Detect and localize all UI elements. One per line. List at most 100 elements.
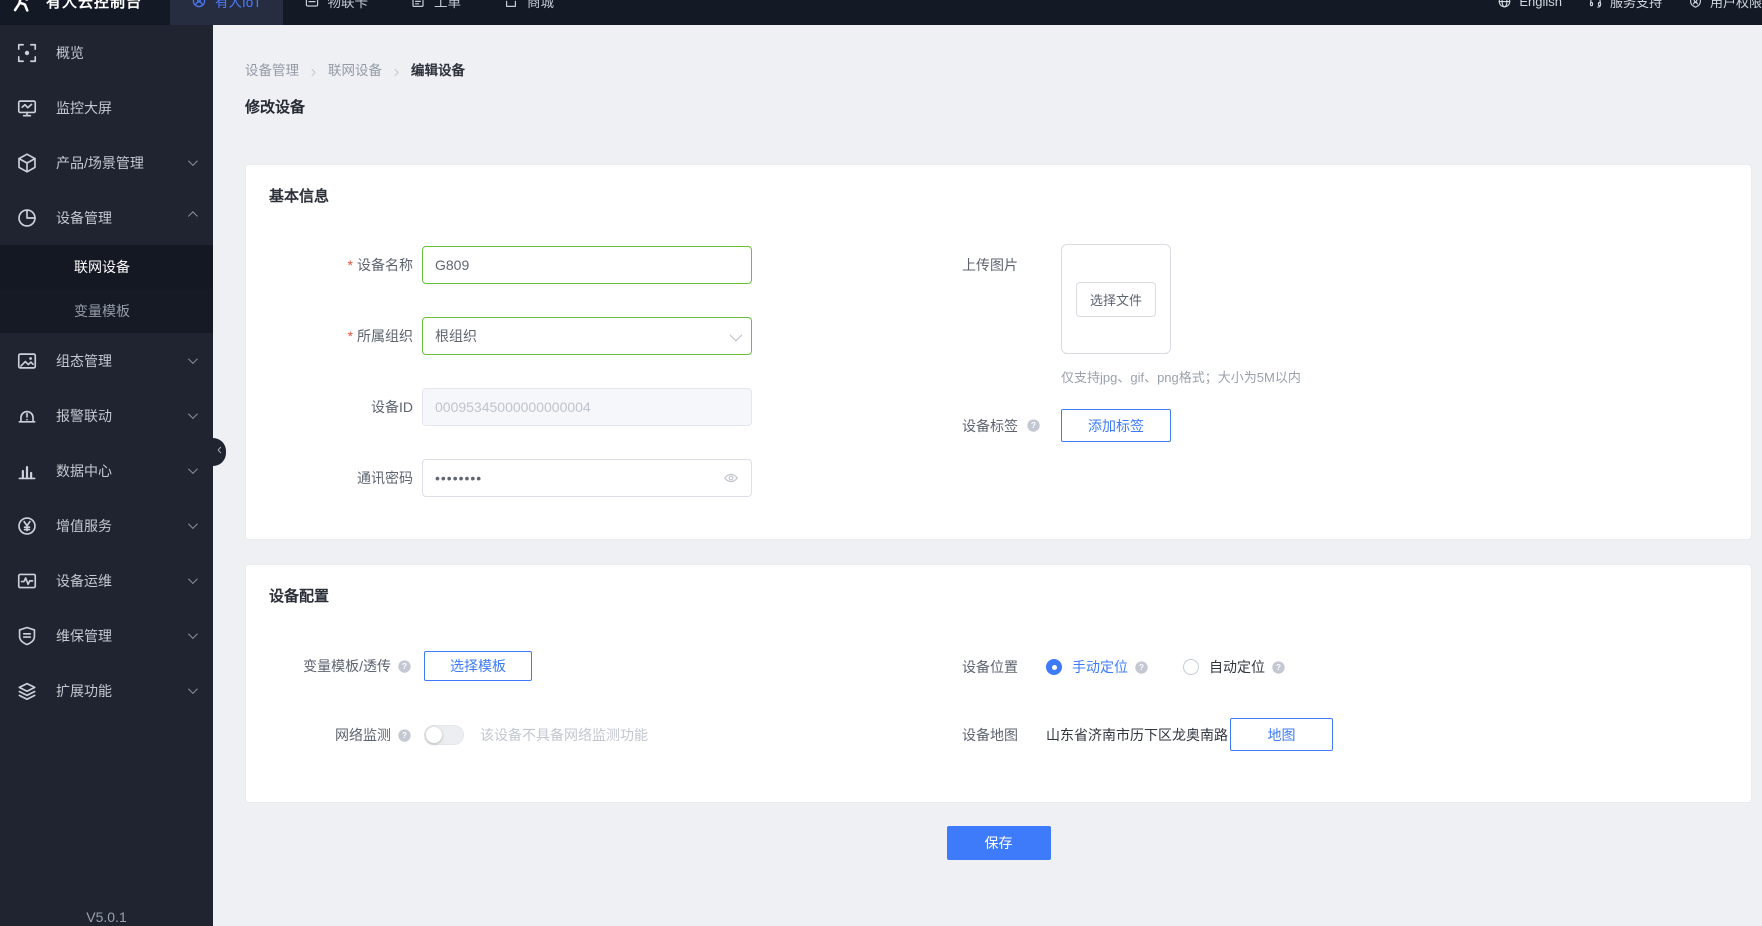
question-circle-icon[interactable]: ? [1271, 660, 1286, 675]
sidebar-nav: 概览 监控大屏 产品/场景管理 设备管理 联网设备 变量模板 组态管理 报警联动… [0, 25, 213, 926]
save-button[interactable]: 保存 [947, 826, 1051, 860]
app-logo: 有人云控制台 [8, 0, 142, 15]
app-version: V5.0.1 [0, 909, 213, 925]
network-monitor-label: 网络监测 [269, 725, 391, 745]
logo-icon [8, 0, 35, 15]
device-id-input: 00095345000000000004 [422, 388, 752, 426]
basic-info-card: 基本信息 设备名称 G809 所属组织 根组织 设备ID 00095345000… [245, 164, 1752, 540]
sidebar-item-label: 产品/场景管理 [56, 153, 188, 173]
question-circle-icon[interactable]: ? [1134, 660, 1149, 675]
sidebar-item-scada[interactable]: 组态管理 [0, 333, 213, 388]
network-monitor-note: 该设备不具备网络监测功能 [480, 725, 648, 745]
breadcrumb-device-management[interactable]: 设备管理 [245, 59, 299, 79]
topbar-right: English 服务支持 用户权限 [1497, 0, 1762, 11]
sidebar-subitem-label: 联网设备 [74, 257, 130, 277]
password-label: 通讯密码 [269, 468, 422, 488]
password-input[interactable]: •••••••• [422, 459, 752, 497]
help-spacer [1026, 244, 1041, 386]
chevron-down-icon [730, 328, 743, 341]
sidebar-item-value-added-services[interactable]: 增值服务 [0, 498, 213, 553]
auto-location-radio[interactable]: 自动定位 ? [1183, 657, 1286, 677]
question-circle-icon[interactable]: ? [1026, 418, 1041, 433]
chevron-down-icon [188, 354, 198, 364]
overview-icon [16, 42, 38, 64]
device-map-row: 设备地图 山东省济南市历下区龙奥南路 地图 [855, 718, 1333, 751]
service-support-label: 服务支持 [1610, 0, 1662, 11]
choose-template-button[interactable]: 选择模板 [424, 651, 532, 681]
basic-info-left-column: 设备名称 G809 所属组织 根组织 设备ID 0009534500000000… [269, 246, 752, 530]
image-icon [16, 350, 38, 372]
chevron-up-icon [188, 211, 198, 221]
chevron-right-icon [392, 65, 401, 74]
map-button[interactable]: 地图 [1230, 718, 1333, 751]
sidebar-item-networked-devices[interactable]: 联网设备 [0, 245, 213, 289]
device-config-left-column: 变量模板/透传 ? 选择模板 网络监测 ? 该设备不具备网络监测功能 [269, 651, 648, 750]
tab-work-order[interactable]: 工单 [389, 0, 482, 25]
upload-image-row: 上传图片 选择文件 仅支持jpg、gif、png格式；大小为5M以内 [855, 244, 1301, 386]
monitor-icon [16, 97, 38, 119]
yen-circle-icon [16, 515, 38, 537]
basic-info-right-column: 上传图片 选择文件 仅支持jpg、gif、png格式；大小为5M以内 设备标签 … [855, 244, 1301, 442]
device-config-card: 设备配置 变量模板/透传 ? 选择模板 网络监测 ? 该设备不具备网络监测功能 [245, 564, 1752, 803]
variable-template-label: 变量模板/透传 [269, 656, 391, 676]
svg-text:?: ? [1276, 662, 1281, 672]
svg-text:?: ? [402, 730, 407, 740]
sidebar-item-label: 增值服务 [56, 516, 188, 536]
work-order-icon [410, 0, 426, 9]
top-tabs: 有人IoT 物联卡 工单 商城 [170, 0, 575, 25]
sidebar-item-device-ops[interactable]: 设备运维 [0, 553, 213, 608]
sidebar-item-data-center[interactable]: 数据中心 [0, 443, 213, 498]
tab-mall[interactable]: 商城 [482, 0, 575, 25]
breadcrumb-networked-devices[interactable]: 联网设备 [328, 59, 382, 79]
top-navbar: 有人云控制台 有人IoT 物联卡 工单 商城 English [0, 0, 1762, 25]
password-value: •••••••• [435, 470, 482, 486]
breadcrumb-edit-device: 编辑设备 [411, 59, 465, 79]
user-permission[interactable]: 用户权限 [1688, 0, 1762, 11]
tab-iot[interactable]: 有人IoT [170, 0, 283, 25]
radio-unselected-icon [1183, 659, 1199, 675]
question-circle-icon[interactable]: ? [397, 728, 412, 743]
password-row: 通讯密码 •••••••• [269, 459, 752, 497]
user-permission-label: 用户权限 [1710, 0, 1762, 11]
svg-text:?: ? [1031, 420, 1036, 430]
device-management-submenu: 联网设备 变量模板 [0, 245, 213, 333]
add-tag-button[interactable]: 添加标签 [1061, 409, 1171, 442]
chevron-down-icon [188, 574, 198, 584]
network-monitor-toggle[interactable] [424, 725, 464, 745]
device-name-input[interactable]: G809 [422, 246, 752, 284]
eye-icon[interactable] [723, 470, 739, 486]
sidebar-item-maintenance[interactable]: 维保管理 [0, 608, 213, 663]
app-title: 有人云控制台 [46, 0, 142, 12]
tab-label: 工单 [434, 0, 461, 11]
sidebar-item-device-management[interactable]: 设备管理 [0, 190, 213, 245]
device-map-label: 设备地图 [855, 725, 1018, 745]
sidebar-item-variable-template[interactable]: 变量模板 [0, 289, 213, 333]
question-circle-icon[interactable]: ? [397, 659, 412, 674]
organization-select[interactable]: 根组织 [422, 317, 752, 355]
device-address: 山东省济南市历下区龙奥南路 [1046, 725, 1228, 745]
device-id-row: 设备ID 00095345000000000004 [269, 388, 752, 426]
sidebar-item-monitor-screen[interactable]: 监控大屏 [0, 80, 213, 135]
sidebar-item-label: 扩展功能 [56, 681, 188, 701]
service-support[interactable]: 服务支持 [1588, 0, 1662, 11]
upload-dropzone[interactable]: 选择文件 [1061, 244, 1171, 354]
sidebar-item-product-scene[interactable]: 产品/场景管理 [0, 135, 213, 190]
sidebar-item-extensions[interactable]: 扩展功能 [0, 663, 213, 718]
sidebar-item-label: 报警联动 [56, 406, 188, 426]
manual-location-radio[interactable]: 手动定位 ? [1046, 657, 1149, 677]
page-title: 修改设备 [245, 96, 1752, 117]
choose-file-button[interactable]: 选择文件 [1076, 282, 1156, 317]
chevron-down-icon [188, 684, 198, 694]
sidebar-item-label: 数据中心 [56, 461, 188, 481]
device-location-row: 设备位置 手动定位 ? 自动定位 ? [855, 657, 1333, 677]
sidebar-item-overview[interactable]: 概览 [0, 25, 213, 80]
sidebar-item-label: 维保管理 [56, 626, 188, 646]
upload-hint: 仅支持jpg、gif、png格式；大小为5M以内 [1061, 367, 1301, 386]
shield-icon [16, 625, 38, 647]
sidebar-item-alarm-linkage[interactable]: 报警联动 [0, 388, 213, 443]
organization-value: 根组织 [435, 326, 477, 346]
language-switch[interactable]: English [1497, 0, 1562, 9]
sidebar-item-label: 设备运维 [56, 571, 188, 591]
bar-chart-icon [16, 460, 38, 482]
tab-sim-card[interactable]: 物联卡 [283, 0, 390, 25]
